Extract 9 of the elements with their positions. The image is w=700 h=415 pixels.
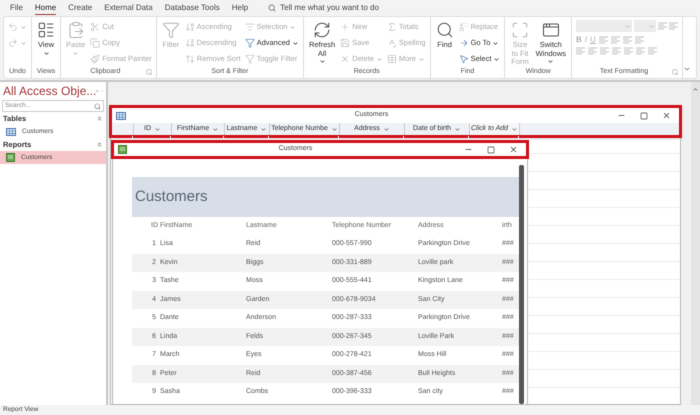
report-title: Customers	[135, 186, 208, 207]
menu-tab[interactable]: External Data	[104, 1, 153, 15]
menu-tab[interactable]: Create	[68, 1, 92, 15]
menu-tab[interactable]: Database Tools	[164, 1, 220, 15]
pane-title: All Access Obje...	[3, 83, 96, 100]
menu-tab[interactable]: File	[10, 1, 23, 15]
menu-tab[interactable]: Help	[232, 1, 248, 15]
tell-me-field[interactable]: Tell me what you want to do	[268, 2, 379, 14]
menu-tab[interactable]: Home	[34, 1, 56, 15]
